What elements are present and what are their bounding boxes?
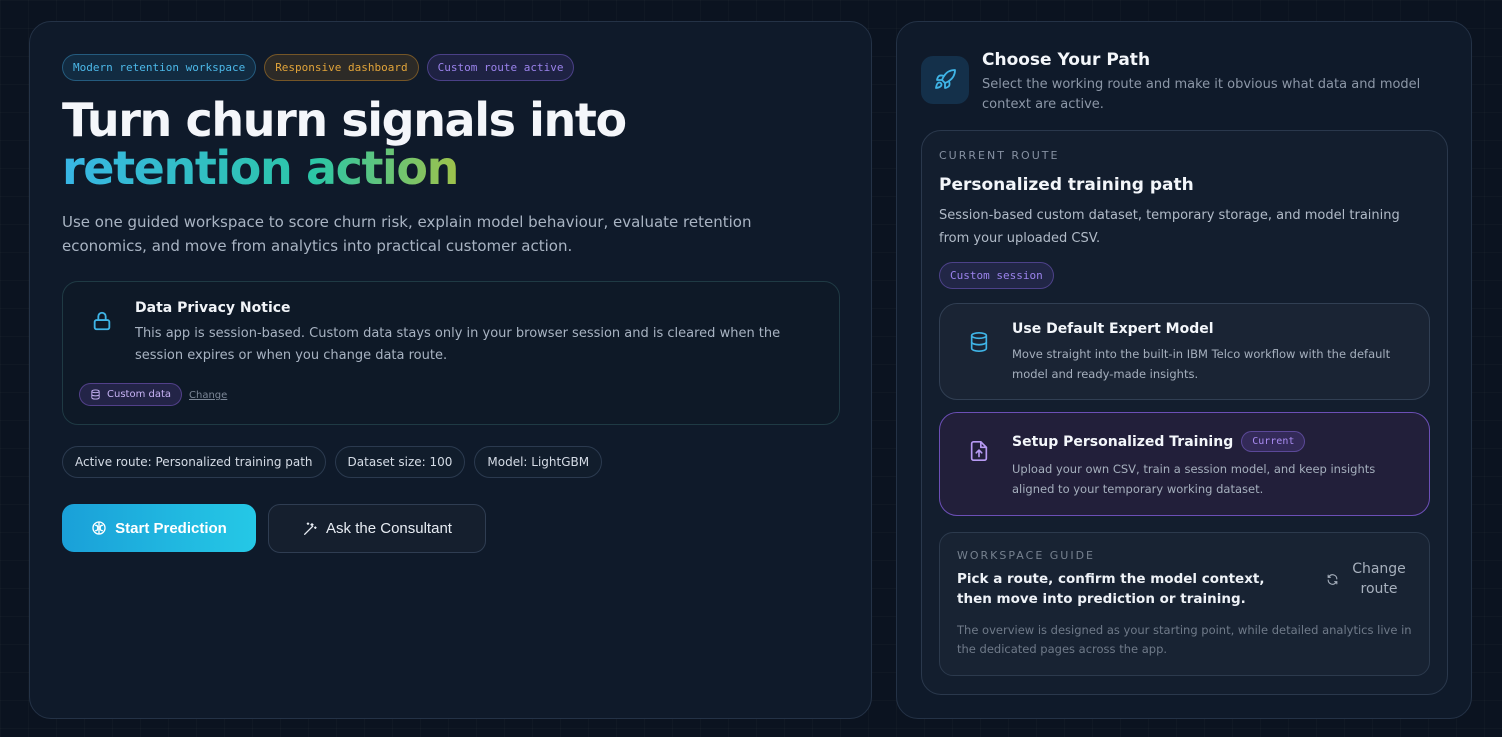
privacy-notice-title: Data Privacy Notice bbox=[135, 300, 291, 316]
brain-icon bbox=[92, 521, 106, 535]
pill-active-route: Active route: Personalized training path bbox=[62, 446, 326, 478]
hero-title-line1: Turn churn signals into bbox=[62, 93, 627, 147]
start-prediction-label: Start Prediction bbox=[115, 519, 227, 537]
ask-consultant-label: Ask the Consultant bbox=[326, 520, 452, 537]
hero-title-line2: retention action bbox=[62, 144, 626, 192]
hero-tags: Modern retention workspace Responsive da… bbox=[62, 54, 575, 81]
personalized-training-title-text: Setup Personalized Training bbox=[1012, 433, 1234, 450]
custom-session-chip: Custom session bbox=[939, 262, 1054, 289]
rocket-icon bbox=[935, 69, 956, 89]
default-model-option[interactable]: Use Default Expert Model Move straight i… bbox=[939, 303, 1430, 400]
upload-file-icon bbox=[970, 441, 988, 461]
hero-panel: Modern retention workspace Responsive da… bbox=[29, 21, 872, 719]
custom-data-chip: Custom data bbox=[79, 383, 183, 406]
pill-dataset-size: Dataset size: 100 bbox=[334, 446, 466, 478]
custom-data-label: Custom data bbox=[107, 389, 172, 400]
personalized-training-description: Upload your own CSV, train a session mod… bbox=[1012, 462, 1376, 496]
ask-consultant-button[interactable]: Ask the Consultant bbox=[268, 504, 486, 553]
personalized-training-title: Setup Personalized Training Current bbox=[1012, 431, 1306, 452]
workspace-guide-note: The overview is designed as your startin… bbox=[957, 623, 1412, 656]
current-route-card: CURRENT ROUTE Personalized training path… bbox=[921, 130, 1448, 695]
path-subtitle: Select the working route and make it obv… bbox=[982, 77, 1421, 112]
path-title: Choose Your Path bbox=[982, 50, 1151, 70]
change-route-button[interactable]: Change route bbox=[1323, 559, 1413, 599]
hero-title: Turn churn signals into retention action bbox=[62, 93, 627, 192]
privacy-notice-body: This app is session-based. Custom data s… bbox=[135, 326, 781, 363]
workspace-guide-eyebrow: WORKSPACE GUIDE bbox=[957, 549, 1096, 562]
tag-dashboard: Responsive dashboard bbox=[264, 54, 419, 81]
lock-icon bbox=[93, 311, 111, 331]
path-panel: Choose Your Path Select the working rout… bbox=[896, 21, 1472, 719]
tag-custom-route: Custom route active bbox=[426, 54, 575, 81]
database-icon bbox=[970, 332, 988, 352]
privacy-notice: Data Privacy Notice This app is session-… bbox=[62, 281, 840, 425]
personalized-training-option[interactable]: Setup Personalized Training Current Uplo… bbox=[939, 412, 1430, 516]
current-route-description: Session-based custom dataset, temporary … bbox=[939, 208, 1400, 246]
default-model-description: Move straight into the built-in IBM Telc… bbox=[1012, 347, 1391, 381]
tag-workspace: Modern retention workspace bbox=[62, 54, 257, 81]
current-badge: Current bbox=[1241, 431, 1306, 452]
default-model-title-text: Use Default Expert Model bbox=[1012, 321, 1214, 337]
workspace-guide: WORKSPACE GUIDE Pick a route, confirm th… bbox=[939, 532, 1430, 676]
default-model-title: Use Default Expert Model bbox=[1012, 321, 1214, 337]
database-icon bbox=[91, 389, 100, 400]
magic-wand-icon bbox=[304, 521, 317, 535]
start-prediction-button[interactable]: Start Prediction bbox=[62, 504, 256, 552]
pill-model: Model: LightGBM bbox=[474, 446, 603, 478]
change-data-link[interactable]: Change bbox=[189, 390, 227, 401]
hero-subtitle: Use one guided workspace to score churn … bbox=[62, 213, 752, 255]
current-route-eyebrow: CURRENT ROUTE bbox=[939, 149, 1060, 162]
workspace-guide-title: Pick a route, confirm the model context,… bbox=[957, 571, 1265, 607]
current-route-title: Personalized training path bbox=[939, 175, 1194, 195]
status-pills: Active route: Personalized training path… bbox=[62, 446, 603, 478]
rocket-icon-tile bbox=[921, 56, 969, 104]
refresh-icon bbox=[1327, 574, 1338, 585]
